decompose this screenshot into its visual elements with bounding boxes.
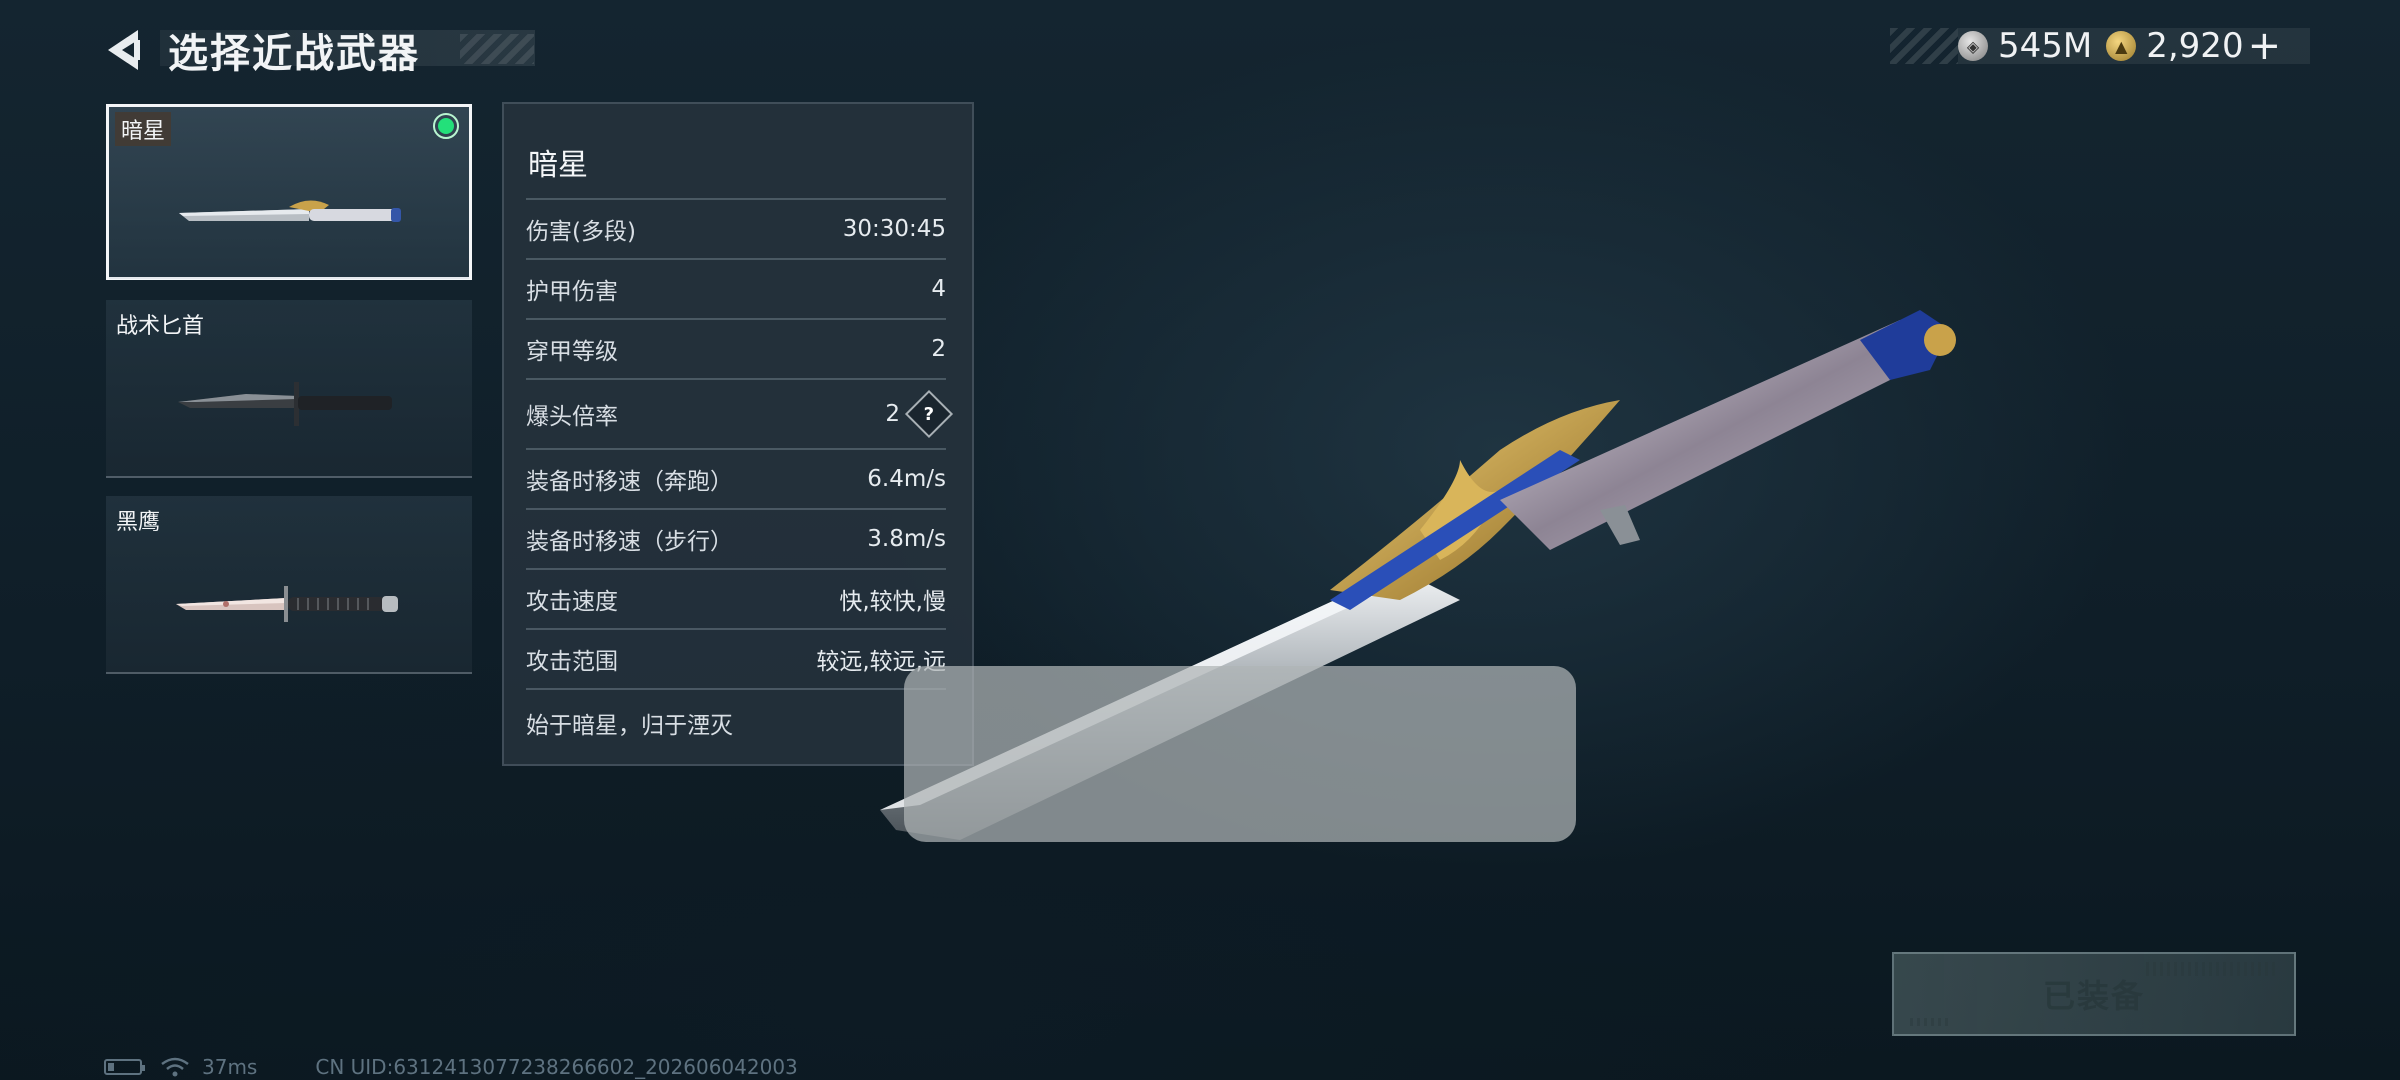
page-title: 选择近战武器 bbox=[168, 31, 420, 77]
stat-label: 装备时移速（步行） bbox=[526, 529, 733, 555]
back-arrow-icon bbox=[108, 30, 140, 70]
stat-label: 护甲伤害 bbox=[526, 279, 618, 305]
silver-value: 545M bbox=[1998, 26, 2093, 66]
stat-label: 攻击速度 bbox=[526, 589, 618, 615]
back-button[interactable] bbox=[100, 26, 148, 74]
weapon-name: 战术匕首 bbox=[116, 314, 205, 339]
currency-bar: ◈ 545M ▲ 2,920 + bbox=[1890, 26, 2310, 66]
gold-value: 2,920 bbox=[2146, 26, 2244, 66]
button-decoration bbox=[1910, 1018, 1950, 1026]
stat-label: 攻击范围 bbox=[526, 649, 618, 675]
equipped-button[interactable]: 已装备 bbox=[1892, 952, 2296, 1036]
equipped-label: 已装备 bbox=[2042, 977, 2145, 1015]
stats-title: 暗星 bbox=[528, 148, 588, 183]
stat-label: 爆头倍率 bbox=[526, 404, 618, 430]
gold-currency: ▲ 2,920 + bbox=[2106, 26, 2281, 66]
weapon-card-anxing[interactable]: 暗星 bbox=[106, 104, 472, 280]
dark-star-knife-thumbnail bbox=[179, 200, 401, 222]
stat-label: 装备时移速（奔跑） bbox=[526, 469, 733, 495]
weapon-card-tactical-dagger[interactable]: 战术匕首 bbox=[106, 300, 472, 478]
currency-stripes bbox=[1890, 28, 1958, 64]
stat-row-damage: 伤害(多段) 30:30:45 bbox=[526, 198, 946, 258]
overlay-panel bbox=[904, 666, 1576, 842]
weapon-name: 黑鹰 bbox=[116, 510, 161, 535]
header: 选择近战武器 bbox=[100, 22, 420, 78]
stat-label: 伤害(多段) bbox=[526, 219, 636, 245]
card-divider bbox=[106, 672, 472, 674]
tactical-dagger-thumbnail bbox=[178, 382, 392, 426]
gold-coin-icon: ▲ bbox=[2106, 31, 2137, 61]
ping-value: 37ms bbox=[202, 1055, 258, 1079]
black-eagle-knife-thumbnail bbox=[176, 586, 398, 622]
stat-label: 穿甲等级 bbox=[526, 339, 618, 365]
silver-currency: ◈ 545M bbox=[1958, 26, 2092, 66]
equipped-indicator bbox=[433, 113, 459, 139]
title-stripes bbox=[460, 34, 534, 64]
weapon-card-black-eagle[interactable]: 黑鹰 bbox=[106, 496, 472, 674]
user-uid: CN UID:6312413077238266602_202606042003 bbox=[315, 1055, 798, 1079]
wifi-icon bbox=[161, 1057, 189, 1077]
stat-value: 30:30:45 bbox=[842, 216, 946, 242]
weapon-name: 暗星 bbox=[115, 112, 172, 146]
add-currency-button[interactable]: + bbox=[2248, 26, 2282, 66]
card-divider bbox=[106, 476, 472, 478]
status-footer: 37ms CN UID:6312413077238266602_20260604… bbox=[104, 1054, 798, 1080]
silver-coin-icon: ◈ bbox=[1958, 31, 1988, 61]
weapon-list: 暗星 战术匕首 黑鹰 bbox=[106, 104, 472, 692]
currency-values: ◈ 545M ▲ 2,920 + bbox=[1958, 26, 2310, 66]
button-decoration bbox=[2146, 962, 2276, 976]
stat-value: 4 bbox=[931, 276, 946, 302]
battery-icon bbox=[104, 1059, 145, 1075]
card-divider bbox=[109, 277, 469, 279]
